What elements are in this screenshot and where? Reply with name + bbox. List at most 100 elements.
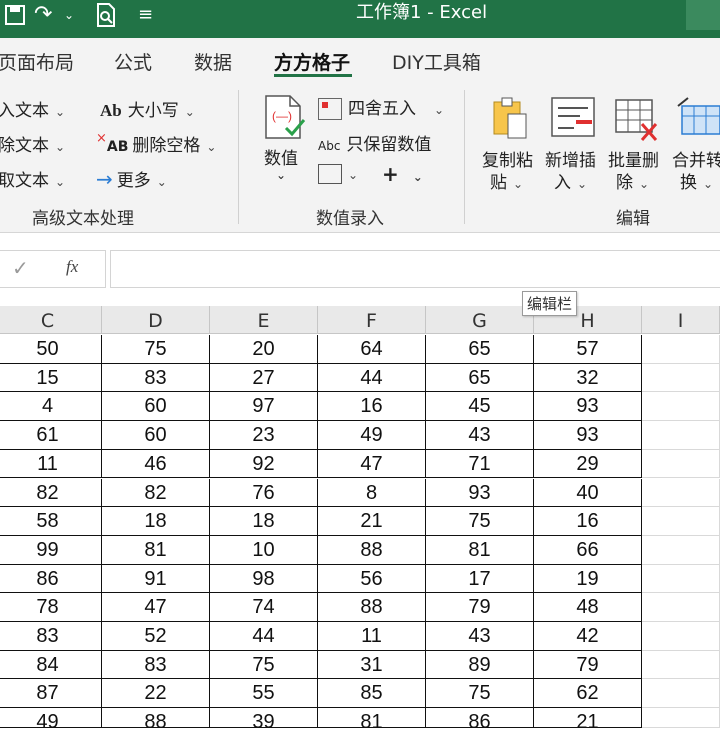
tab-formulas[interactable]: 公式 <box>114 48 152 75</box>
cell[interactable]: 79 <box>534 650 642 680</box>
copy-paste-icon[interactable] <box>490 96 530 144</box>
cell[interactable]: 91 <box>102 564 210 594</box>
cell[interactable]: 8 <box>318 478 426 508</box>
remove-text-button[interactable]: 除文本 ⌄ <box>0 131 65 156</box>
cell[interactable]: 85 <box>318 679 426 709</box>
formula-input[interactable] <box>110 250 720 288</box>
cell[interactable]: 11 <box>0 449 102 479</box>
column-header-e[interactable]: E <box>210 306 318 334</box>
cell[interactable]: 93 <box>534 392 642 422</box>
numeric-icon[interactable]: (—) <box>262 94 306 144</box>
cell[interactable]: 92 <box>210 449 318 479</box>
cell[interactable]: 43 <box>426 421 534 450</box>
extract-text-button[interactable]: 取文本 ⌄ <box>0 166 65 191</box>
empty-cell[interactable] <box>642 650 720 680</box>
save-icon[interactable] <box>4 0 26 30</box>
insert-rows-icon[interactable] <box>550 96 596 142</box>
round-button[interactable]: 四舍五入 ⌄ <box>318 94 444 120</box>
cell[interactable]: 4 <box>0 392 102 422</box>
remove-spaces-button[interactable]: ×AB 删除空格 ⌄ <box>96 131 216 156</box>
column-header-f[interactable]: F <box>318 306 426 334</box>
cell[interactable]: 32 <box>534 363 642 393</box>
cell[interactable]: 23 <box>210 421 318 450</box>
cell[interactable]: 21 <box>534 708 642 733</box>
redo-dropdown-icon[interactable]: ⌄ <box>64 0 74 30</box>
cell[interactable]: 75 <box>426 507 534 536</box>
cell[interactable]: 82 <box>0 478 102 508</box>
cell[interactable]: 83 <box>102 363 210 393</box>
cell[interactable]: 49 <box>318 421 426 450</box>
cell[interactable]: 97 <box>210 392 318 422</box>
copy-paste-dropdown[interactable]: 贴 ⌄ <box>490 168 523 193</box>
cell[interactable]: 89 <box>426 650 534 680</box>
cell[interactable]: 71 <box>426 449 534 479</box>
cell[interactable]: 81 <box>102 535 210 565</box>
batch-delete-dropdown[interactable]: 除 ⌄ <box>616 168 649 193</box>
cell[interactable]: 82 <box>102 478 210 508</box>
cell[interactable]: 88 <box>318 593 426 622</box>
empty-cell[interactable] <box>642 392 720 422</box>
chevron-down-icon[interactable]: ⌄ <box>276 168 286 182</box>
cell[interactable]: 83 <box>0 622 102 651</box>
empty-cell[interactable] <box>642 679 720 709</box>
cell[interactable]: 75 <box>102 335 210 364</box>
cell[interactable]: 86 <box>426 708 534 733</box>
cell[interactable]: 65 <box>426 363 534 393</box>
cell[interactable]: 79 <box>426 593 534 622</box>
numeric-button[interactable]: 数值 <box>264 144 298 169</box>
cell[interactable]: 44 <box>210 622 318 651</box>
more-button[interactable]: → 更多 ⌄ <box>96 166 167 191</box>
tab-data[interactable]: 数据 <box>194 48 232 75</box>
cell[interactable]: 60 <box>102 421 210 450</box>
cell[interactable]: 52 <box>102 622 210 651</box>
cell[interactable]: 39 <box>210 708 318 733</box>
cell[interactable]: 45 <box>426 392 534 422</box>
plus-button[interactable]: + ⌄ <box>382 162 423 186</box>
cell[interactable]: 18 <box>102 507 210 536</box>
cell[interactable]: 57 <box>534 335 642 364</box>
cell[interactable]: 84 <box>0 650 102 680</box>
batch-delete-icon[interactable] <box>614 98 660 146</box>
cell[interactable]: 48 <box>534 593 642 622</box>
empty-cell[interactable] <box>642 478 720 508</box>
cell[interactable]: 50 <box>0 335 102 364</box>
customize-quick-access-icon[interactable]: ≡ <box>138 0 153 30</box>
column-header-i[interactable]: I <box>642 306 720 334</box>
cell[interactable]: 87 <box>0 679 102 709</box>
case-button[interactable]: Ab 大小写 ⌄ <box>100 96 195 121</box>
cell[interactable]: 27 <box>210 363 318 393</box>
cell[interactable]: 16 <box>318 392 426 422</box>
empty-cell[interactable] <box>642 535 720 565</box>
column-header-g[interactable]: G <box>426 306 534 334</box>
cell[interactable]: 18 <box>210 507 318 536</box>
cell[interactable]: 20 <box>210 335 318 364</box>
tab-page-layout[interactable]: 页面布局 <box>0 48 74 75</box>
cell[interactable]: 10 <box>210 535 318 565</box>
cell[interactable]: 81 <box>318 708 426 733</box>
cell[interactable]: 15 <box>0 363 102 393</box>
cell[interactable]: 98 <box>210 564 318 594</box>
empty-cell[interactable] <box>642 564 720 594</box>
cell[interactable]: 83 <box>102 650 210 680</box>
cell[interactable]: 76 <box>210 478 318 508</box>
cell[interactable]: 75 <box>210 650 318 680</box>
insert-dropdown[interactable]: 入 ⌄ <box>554 168 587 193</box>
cell[interactable]: 88 <box>318 535 426 565</box>
cell[interactable]: 60 <box>102 392 210 422</box>
print-preview-icon[interactable] <box>94 0 118 30</box>
cell[interactable]: 31 <box>318 650 426 680</box>
empty-cell[interactable] <box>642 363 720 393</box>
cell[interactable]: 74 <box>210 593 318 622</box>
insert-text-button[interactable]: 入文本 ⌄ <box>0 96 65 121</box>
cell[interactable]: 56 <box>318 564 426 594</box>
cell[interactable]: 99 <box>0 535 102 565</box>
redo-icon[interactable]: ↷ <box>34 0 52 30</box>
tab-diy-toolbox[interactable]: DIY工具箱 <box>392 48 481 75</box>
tab-fangfang[interactable]: 方方格子 <box>274 48 350 75</box>
empty-cell[interactable] <box>642 449 720 479</box>
keep-values-button[interactable]: Abc 只保留数值 <box>318 130 431 155</box>
cell[interactable]: 19 <box>534 564 642 594</box>
cell[interactable]: 29 <box>534 449 642 479</box>
cell[interactable]: 78 <box>0 593 102 622</box>
empty-cell[interactable] <box>642 335 720 364</box>
